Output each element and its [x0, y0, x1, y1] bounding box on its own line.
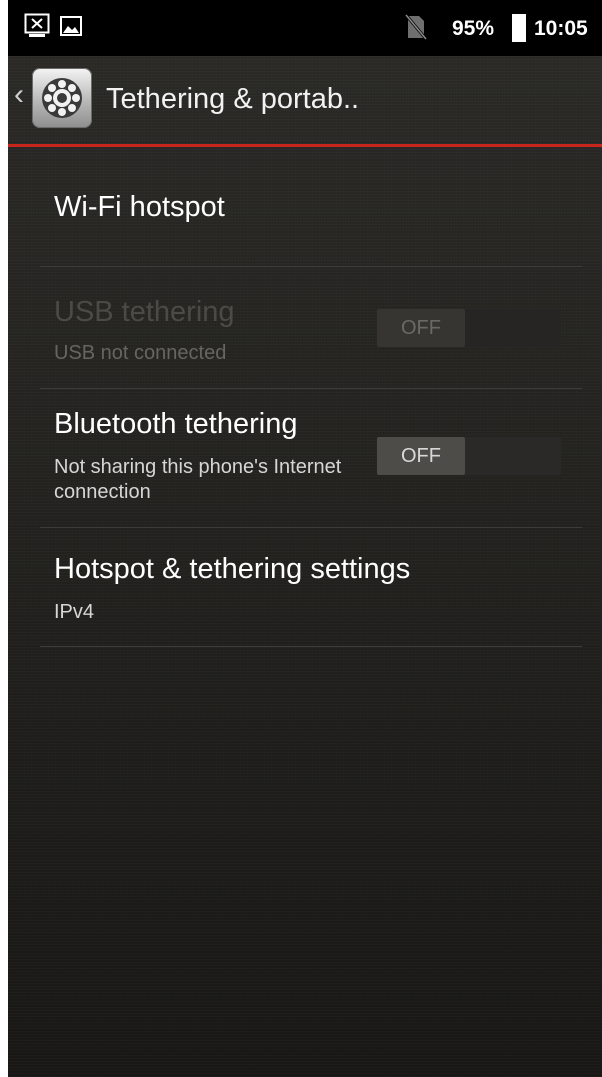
wifi-hotspot-title: Wi-Fi hotspot [54, 191, 225, 223]
hotspot-tethering-settings-subtitle: IPv4 [54, 601, 95, 623]
screen: 95% 10:05 ‹ Tethering & portab.. Wi-Fi h… [8, 0, 602, 1077]
bluetooth-tethering-toggle-label: OFF [377, 437, 465, 475]
screenshot-notification-icon [24, 13, 50, 44]
divider [40, 646, 582, 647]
clock: 10:05 [534, 17, 588, 40]
status-bar: 95% 10:05 [8, 0, 602, 56]
battery-icon [512, 14, 526, 47]
usb-tethering-title: USB tethering [54, 296, 235, 328]
action-bar-divider [8, 144, 602, 147]
bluetooth-tethering-title: Bluetooth tethering [54, 408, 298, 440]
hotspot-tethering-settings-title: Hotspot & tethering settings [54, 553, 411, 585]
bluetooth-tethering-toggle[interactable]: OFF [377, 437, 561, 475]
usb-tethering-item: USB tethering USB not connected OFF [40, 267, 582, 387]
usb-tethering-toggle: OFF [377, 309, 561, 347]
no-sim-icon [404, 14, 428, 45]
usb-tethering-toggle-label: OFF [377, 309, 465, 347]
hotspot-tethering-settings-item[interactable]: Hotspot & tethering settings IPv4 [40, 528, 582, 646]
usb-tethering-subtitle: USB not connected [54, 342, 227, 364]
back-chevron-icon[interactable]: ‹ [14, 80, 24, 110]
page-title: Tethering & portab.. [106, 83, 360, 115]
battery-percent: 95% [452, 17, 495, 40]
settings-gear-icon[interactable] [32, 68, 92, 128]
bluetooth-tethering-item[interactable]: Bluetooth tethering Not sharing this pho… [40, 389, 582, 527]
wifi-hotspot-item[interactable]: Wi-Fi hotspot [40, 148, 582, 266]
image-notification-icon [60, 16, 82, 41]
action-bar: ‹ Tethering & portab.. [8, 56, 602, 144]
bluetooth-tethering-subtitle: Not sharing this phone's Internet connec… [54, 456, 342, 503]
